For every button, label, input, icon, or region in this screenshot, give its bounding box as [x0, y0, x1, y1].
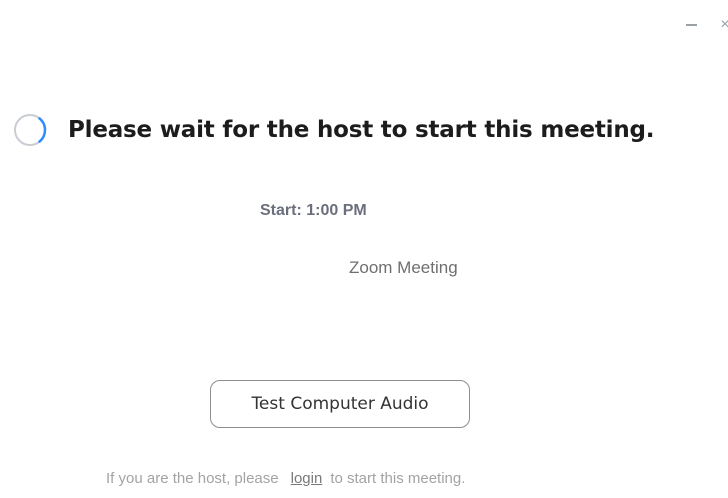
minimize-button[interactable]: [684, 18, 698, 32]
close-button[interactable]: ×: [718, 16, 728, 33]
close-icon: ×: [720, 16, 728, 33]
waiting-title-row: Please wait for the host to start this m…: [12, 112, 655, 148]
host-login-note: If you are the host, please login to start…: [106, 470, 465, 487]
meeting-topic: Zoom Meeting: [349, 258, 458, 277]
test-computer-audio-button[interactable]: Test Computer Audio: [210, 380, 470, 428]
minimize-icon: [685, 24, 697, 26]
waiting-title: Please wait for the host to start this m…: [68, 117, 655, 143]
host-note-prefix: If you are the host, please: [106, 470, 279, 487]
loading-spinner-icon: [14, 114, 47, 146]
host-note-suffix: to start this meeting.: [330, 470, 466, 487]
login-link[interactable]: login: [291, 470, 323, 487]
zoom-waiting-window: × Please wait for the host to start this…: [0, 0, 728, 498]
meeting-start-time: Start: 1:00 PM: [260, 202, 367, 219]
window-controls: ×: [684, 16, 728, 33]
